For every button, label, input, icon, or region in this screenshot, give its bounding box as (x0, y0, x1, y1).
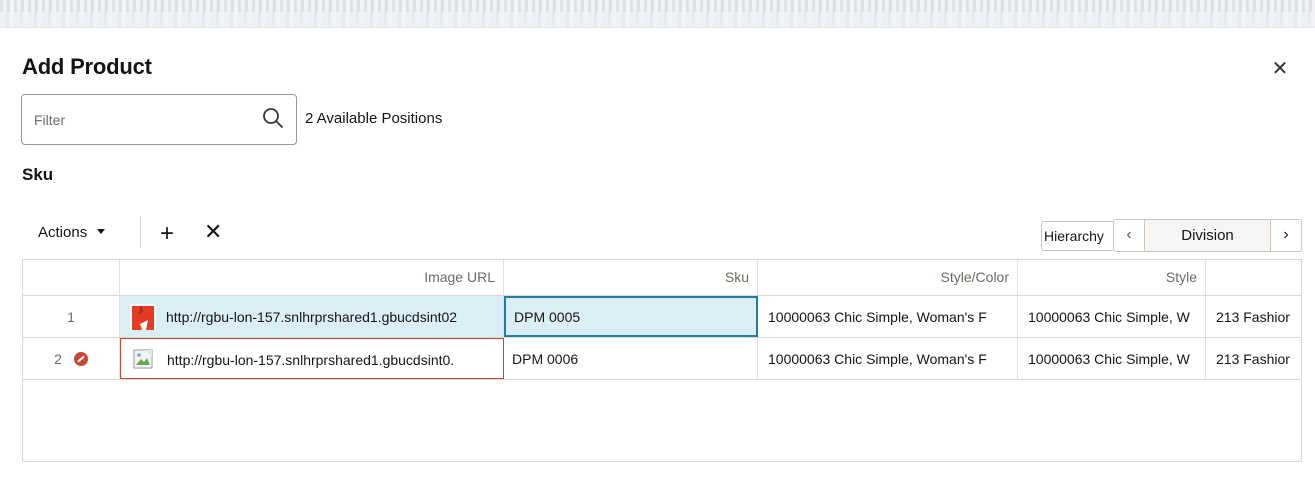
column-header-style-color[interactable]: Style/Color (758, 260, 1018, 295)
row-number-cell: 2 (23, 338, 120, 379)
toolbar-divider (140, 216, 141, 248)
filter-field[interactable] (21, 94, 297, 145)
table-header-row: Image URL Sku Style/Color Style (23, 260, 1301, 296)
table-row[interactable]: 1 http://rgbu-lon-157.snlhrprshared1.gbu… (23, 296, 1301, 338)
row-number: 2 (54, 351, 62, 367)
extra-cell[interactable]: 213 Fashior (1206, 296, 1301, 337)
style-color-cell[interactable]: 10000063 Chic Simple, Woman's F (758, 296, 1018, 337)
remove-icon[interactable]: ✕ (204, 220, 222, 244)
column-header-row-number (23, 260, 120, 295)
section-title: Sku (22, 165, 54, 184)
column-header-image-url[interactable]: Image URL (120, 260, 504, 295)
background-app-header (0, 0, 1315, 28)
hierarchy-label: Hierarchy (1041, 221, 1113, 251)
image-url-text: http://rgbu-lon-157.snlhrprshared1.gbucd… (166, 309, 458, 325)
product-grid: Image URL Sku Style/Color Style 1 http:/… (22, 259, 1302, 462)
close-icon[interactable]: ✕ (1269, 58, 1291, 80)
error-icon[interactable] (73, 352, 88, 367)
hierarchy-prev-button[interactable]: ‹ (1113, 219, 1145, 252)
hierarchy-next-button[interactable]: › (1270, 219, 1302, 252)
available-positions-text: 2 Available Positions (305, 110, 443, 127)
style-cell[interactable]: 10000063 Chic Simple, W (1018, 338, 1206, 379)
sku-cell[interactable]: DPM 0005 (504, 296, 758, 337)
image-url-text: http://rgbu-lon-157.snlhrprshared1.gbucd… (167, 352, 455, 368)
filter-input[interactable] (34, 110, 254, 130)
dialog-title: Add Product (22, 54, 152, 79)
style-cell[interactable]: 10000063 Chic Simple, W (1018, 296, 1206, 337)
product-thumbnail-icon (130, 304, 156, 331)
search-icon[interactable] (262, 107, 284, 129)
broken-image-icon (133, 349, 153, 369)
caret-down-icon (97, 229, 106, 234)
actions-label: Actions (38, 224, 88, 241)
column-header-extra[interactable] (1206, 260, 1301, 295)
style-color-cell[interactable]: 10000063 Chic Simple, Woman's F (758, 338, 1018, 379)
add-icon[interactable]: + (160, 222, 174, 246)
table-row[interactable]: 2 http://rgbu-lon-157.snlhrprshared1.gbu… (23, 338, 1301, 380)
row-number: 1 (23, 296, 120, 337)
extra-cell[interactable]: 213 Fashior (1206, 338, 1301, 379)
hierarchy-value: Division (1145, 219, 1270, 252)
column-header-sku[interactable]: Sku (504, 260, 758, 295)
image-url-cell[interactable]: http://rgbu-lon-157.snlhrprshared1.gbucd… (120, 338, 504, 379)
column-header-style[interactable]: Style (1018, 260, 1206, 295)
sku-cell[interactable]: DPM 0006 (504, 338, 758, 379)
image-url-cell[interactable]: http://rgbu-lon-157.snlhrprshared1.gbucd… (120, 296, 504, 337)
actions-menu-button[interactable]: Actions (38, 224, 106, 241)
